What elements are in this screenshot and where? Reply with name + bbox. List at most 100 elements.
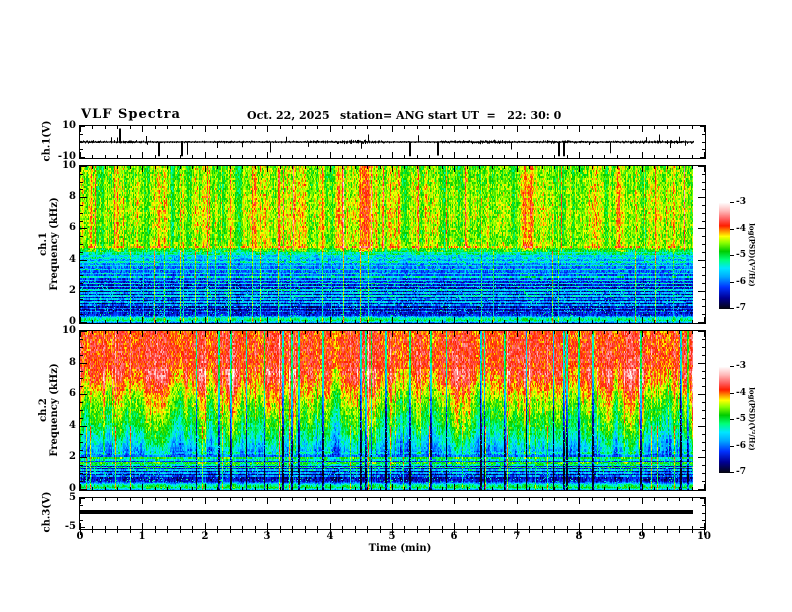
- x-tick: [92, 526, 93, 529]
- x-tick: [542, 126, 543, 129]
- x-tick: [292, 331, 293, 334]
- x-tick: [617, 320, 618, 323]
- x-tick: [230, 498, 231, 501]
- x-tick: [355, 526, 356, 529]
- x-tick: [117, 498, 118, 501]
- y-tick: [702, 275, 705, 276]
- x-tick: [267, 331, 268, 337]
- x-tick: [604, 155, 605, 158]
- colorbar-tick-label: -4: [736, 224, 746, 234]
- y-tick: [80, 157, 85, 158]
- x-tick: [242, 487, 243, 490]
- colorbar-1-gradient: [719, 202, 730, 309]
- x-tick: [517, 498, 518, 504]
- x-tick: [267, 317, 268, 323]
- x-tick: [442, 155, 443, 158]
- x-tick: [230, 155, 231, 158]
- x-tick: [167, 126, 168, 129]
- x-tick: [155, 331, 156, 334]
- x-tick: [242, 155, 243, 158]
- y-tick: [702, 434, 705, 435]
- x-tick: [317, 498, 318, 501]
- x-tick: [380, 487, 381, 490]
- x-tick: [654, 487, 655, 490]
- x-tick: [342, 126, 343, 129]
- x-tick: [205, 152, 206, 158]
- x-tick: [192, 331, 193, 334]
- x-tick-outer: [492, 530, 493, 533]
- x-tick-outer: [105, 530, 106, 533]
- x-tick: [217, 526, 218, 529]
- x-tick: [105, 526, 106, 529]
- y-tick: [702, 182, 705, 183]
- x-tick: [230, 487, 231, 490]
- colorbar-tick: [730, 472, 734, 473]
- x-tick: [467, 166, 468, 169]
- colorbar-tick-label: -3: [736, 361, 746, 371]
- y-tick: [80, 322, 87, 323]
- x-tick: [205, 498, 206, 504]
- x-tick: [92, 126, 93, 129]
- x-tick: [454, 331, 455, 337]
- x-tick: [579, 331, 580, 337]
- x-tick: [105, 126, 106, 129]
- x-tick: [679, 487, 680, 490]
- x-tick: [305, 487, 306, 490]
- x-tick: [167, 487, 168, 490]
- colorbar-tick-label: -4: [736, 388, 746, 398]
- x-tick: [142, 317, 143, 323]
- x-tick: [667, 526, 668, 529]
- ch1-spectrogram-image: [80, 166, 693, 323]
- x-tick: [667, 331, 668, 334]
- x-tick: [230, 331, 231, 334]
- x-tick: [92, 155, 93, 158]
- x-tick: [305, 166, 306, 169]
- x-tick: [117, 155, 118, 158]
- y-tick: [702, 505, 705, 506]
- y-tick: [80, 450, 83, 451]
- y-tick: [80, 267, 83, 268]
- ch1-spectrogram-axis-label: ch.1 Frequency (kHz): [38, 197, 60, 290]
- x-tick: [429, 126, 430, 129]
- y-tick: [700, 527, 705, 528]
- colorbar-tick: [730, 419, 734, 420]
- x-tick: [230, 526, 231, 529]
- x-tick: [342, 498, 343, 501]
- x-tick: [529, 331, 530, 334]
- x-tick: [105, 331, 106, 334]
- x-tick: [554, 320, 555, 323]
- x-tick: [429, 166, 430, 169]
- x-tick: [629, 487, 630, 490]
- x-tick: [380, 526, 381, 529]
- x-tick: [467, 155, 468, 158]
- ch2-spectrogram-axis-label-line1: ch.2: [38, 398, 49, 422]
- x-tick: [404, 487, 405, 490]
- x-tick: [517, 484, 518, 490]
- y-tick: [702, 142, 705, 143]
- x-tick-outer: [592, 530, 593, 533]
- x-tick: [392, 331, 393, 337]
- x-tick: [642, 166, 643, 172]
- x-tick: [117, 320, 118, 323]
- x-tick: [517, 126, 518, 132]
- x-tick: [305, 126, 306, 129]
- x-tick: [629, 498, 630, 501]
- x-tick: [429, 487, 430, 490]
- x-tick: [130, 331, 131, 334]
- x-tick: [454, 498, 455, 504]
- x-tick: [167, 498, 168, 501]
- x-tick: [167, 331, 168, 334]
- y-tick: [80, 299, 83, 300]
- x-tick: [667, 155, 668, 158]
- y-tick: [702, 299, 705, 300]
- y-tick: [80, 213, 83, 214]
- x-tick: [679, 320, 680, 323]
- x-tick: [429, 155, 430, 158]
- x-tick: [217, 487, 218, 490]
- x-tick: [330, 166, 331, 172]
- x-tick: [692, 526, 693, 529]
- y-tick: [702, 355, 705, 356]
- x-tick-label: 9: [638, 531, 646, 542]
- x-tick: [205, 166, 206, 172]
- x-tick: [155, 526, 156, 529]
